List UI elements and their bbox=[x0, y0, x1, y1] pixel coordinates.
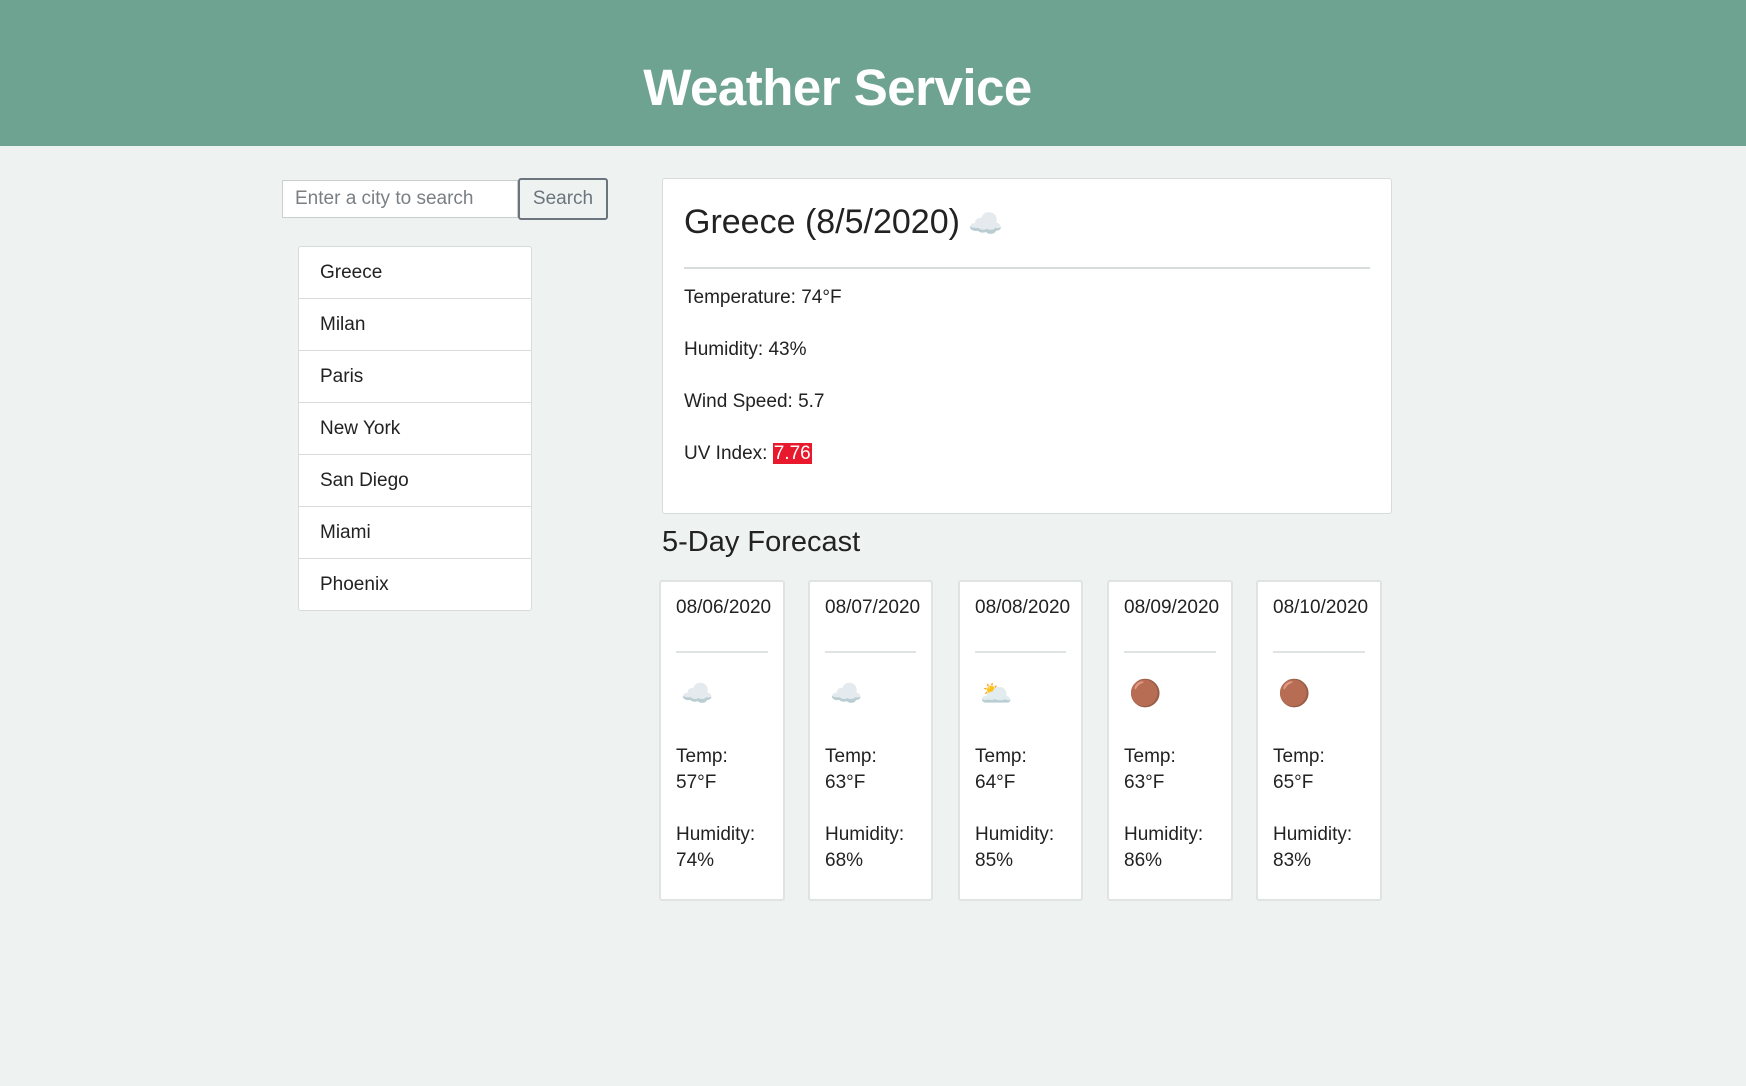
current-temperature: Temperature: 74°F bbox=[684, 287, 842, 308]
forecast-humidity-label: Humidity: bbox=[1273, 824, 1353, 845]
forecast-humidity: 85% bbox=[975, 850, 1014, 871]
uv-index-label: UV Index: bbox=[684, 443, 773, 464]
forecast-card: 08/09/2020 🟤 Temp: 63°F Humidity: 86% bbox=[1107, 580, 1233, 901]
divider bbox=[825, 651, 916, 653]
forecast-temp-label: Temp: bbox=[1273, 746, 1325, 767]
uv-index-badge: 7.76 bbox=[772, 443, 812, 464]
search-history-list: Greece Milan Paris New York San Diego Mi… bbox=[298, 246, 532, 611]
forecast-humidity: 74% bbox=[676, 850, 715, 871]
forecast-humidity: 83% bbox=[1273, 850, 1312, 871]
divider bbox=[676, 651, 768, 653]
history-item-paris[interactable]: Paris bbox=[299, 351, 531, 403]
history-item-greece[interactable]: Greece bbox=[299, 247, 531, 299]
city-search-input[interactable] bbox=[282, 180, 518, 218]
forecast-card: 08/06/2020 ☁️ Temp: 57°F Humidity: 74% bbox=[659, 580, 785, 901]
divider bbox=[684, 267, 1370, 269]
forecast-temp: 64°F bbox=[975, 772, 1016, 793]
forecast-temp-label: Temp: bbox=[825, 746, 877, 767]
forecast-card: 08/10/2020 🟤 Temp: 65°F Humidity: 83% bbox=[1256, 580, 1382, 901]
cloud-icon: ☁️ bbox=[830, 678, 863, 708]
forecast-temp: 63°F bbox=[1124, 772, 1165, 793]
current-uv-index: UV Index: 7.76 bbox=[684, 443, 812, 465]
history-item-miami[interactable]: Miami bbox=[299, 507, 531, 559]
forecast-date: 08/07/2020 bbox=[825, 597, 921, 618]
history-item-phoenix[interactable]: Phoenix bbox=[299, 559, 531, 610]
forecast-temp: 57°F bbox=[676, 772, 717, 793]
divider bbox=[1124, 651, 1216, 653]
divider bbox=[1273, 651, 1365, 653]
current-city-date: Greece (8/5/2020) bbox=[684, 203, 960, 241]
cloud-icon: ☁️ bbox=[967, 208, 1003, 239]
forecast-humidity-label: Humidity: bbox=[825, 824, 905, 845]
forecast-date: 08/10/2020 bbox=[1273, 597, 1369, 618]
forecast-temp-label: Temp: bbox=[1124, 746, 1176, 767]
forecast-card: 08/08/2020 🌥️ Temp: 64°F Humidity: 85% bbox=[958, 580, 1083, 901]
forecast-date: 08/08/2020 bbox=[975, 597, 1071, 618]
forecast-humidity-label: Humidity: bbox=[676, 824, 756, 845]
current-weather-title: Greece (8/5/2020) ☁️ bbox=[684, 203, 1003, 242]
forecast-temp-label: Temp: bbox=[975, 746, 1027, 767]
forecast-heading: 5-Day Forecast bbox=[662, 526, 861, 558]
history-item-new-york[interactable]: New York bbox=[299, 403, 531, 455]
search-button[interactable]: Search bbox=[518, 178, 608, 220]
current-weather-card: Greece (8/5/2020) ☁️ Temperature: 74°F Hu… bbox=[662, 178, 1392, 514]
history-item-san-diego[interactable]: San Diego bbox=[299, 455, 531, 507]
current-humidity: Humidity: 43% bbox=[684, 339, 807, 360]
current-wind-speed: Wind Speed: 5.7 bbox=[684, 391, 825, 412]
forecast-date: 08/09/2020 bbox=[1124, 597, 1220, 618]
cloud-icon: ☁️ bbox=[681, 678, 714, 708]
forecast-humidity: 86% bbox=[1124, 850, 1163, 871]
forecast-date: 08/06/2020 bbox=[676, 597, 772, 618]
rain-icon: 🟤 bbox=[1129, 678, 1162, 708]
history-item-milan[interactable]: Milan bbox=[299, 299, 531, 351]
forecast-temp: 63°F bbox=[825, 772, 866, 793]
page-header: Weather Service bbox=[0, 0, 1746, 146]
broken-clouds-icon: 🌥️ bbox=[980, 678, 1013, 708]
forecast-humidity: 68% bbox=[825, 850, 864, 871]
forecast-temp-label: Temp: bbox=[676, 746, 728, 767]
divider bbox=[975, 651, 1066, 653]
page-title: Weather Service bbox=[643, 59, 1032, 116]
forecast-card: 08/07/2020 ☁️ Temp: 63°F Humidity: 68% bbox=[808, 580, 933, 901]
forecast-humidity-label: Humidity: bbox=[1124, 824, 1204, 845]
forecast-temp: 65°F bbox=[1273, 772, 1314, 793]
rain-icon: 🟤 bbox=[1278, 678, 1311, 708]
forecast-humidity-label: Humidity: bbox=[975, 824, 1055, 845]
